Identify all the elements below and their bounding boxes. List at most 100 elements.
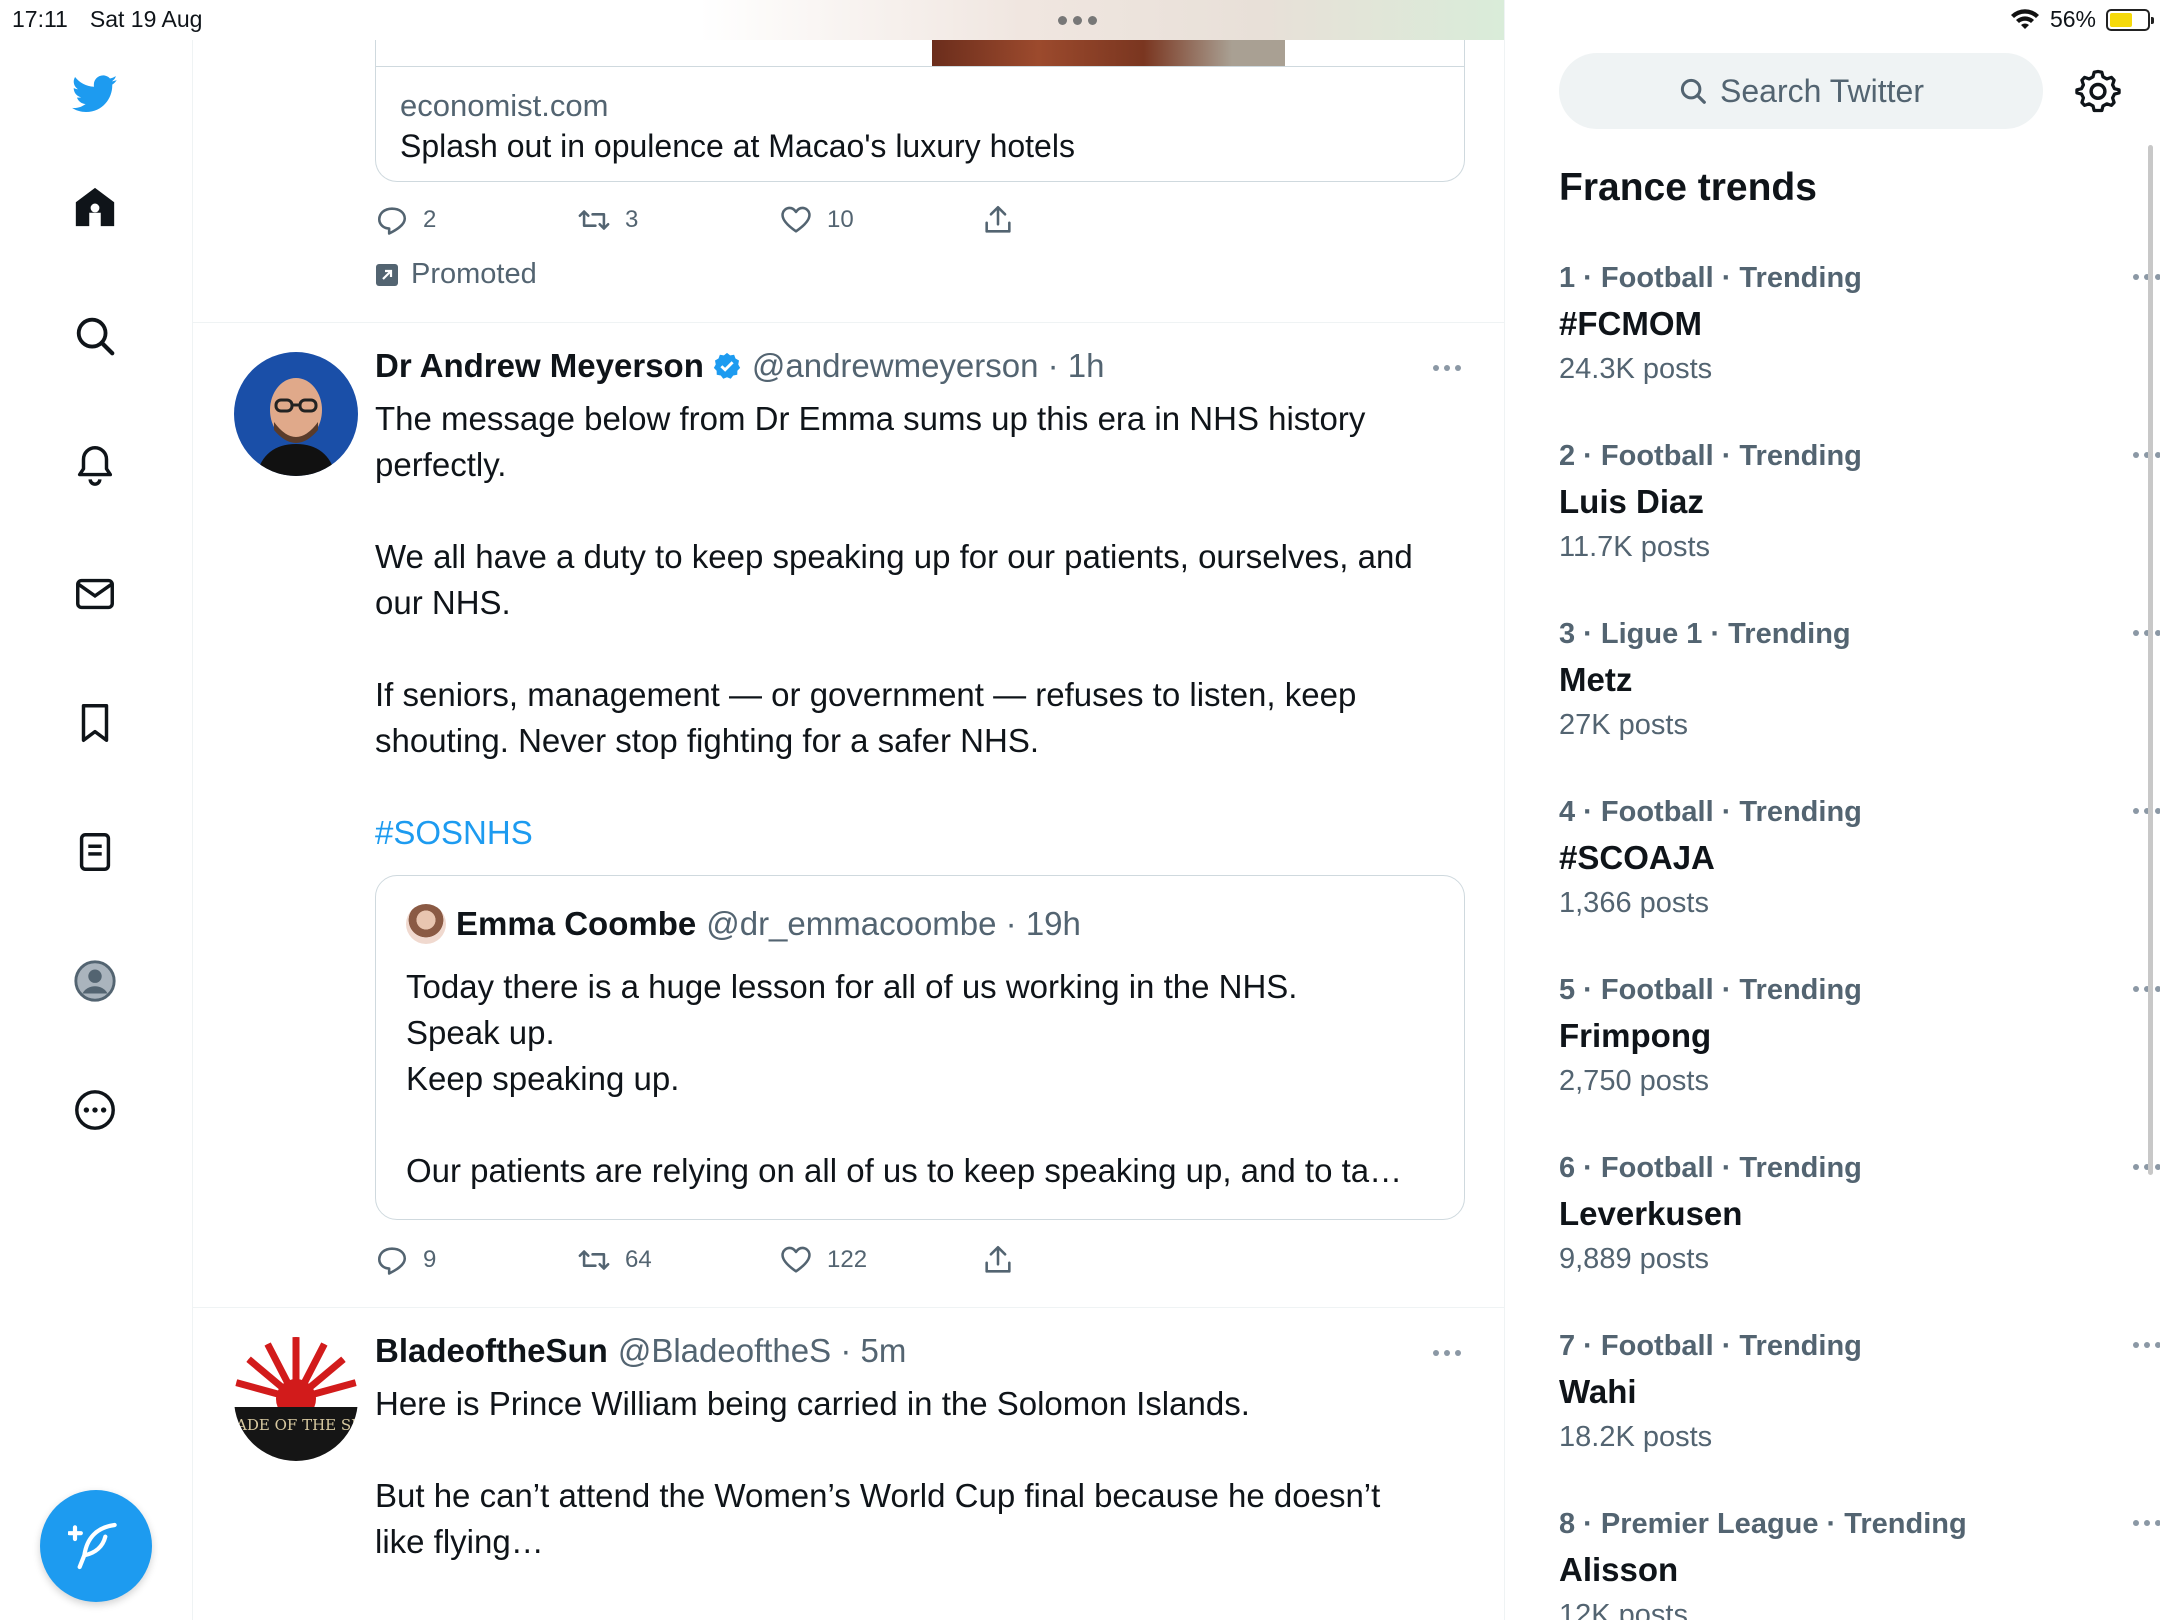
timeline: economist.com Splash out in opulence at … <box>193 0 1505 1620</box>
bell-icon[interactable] <box>67 437 123 493</box>
trend-meta: 6 · Football · Trending <box>1559 1152 1862 1184</box>
trend-more-button[interactable] <box>2133 1342 2160 1348</box>
trend-more-button[interactable] <box>2133 808 2160 814</box>
trend-count: 24.3K posts <box>1559 353 1713 385</box>
trend-meta: 1 · Football · Trending <box>1559 262 1862 294</box>
trend-item[interactable]: 5 · Football · Trending Frimpong 2,750 pos… <box>1559 974 2160 1098</box>
search-input[interactable]: Search Twitter <box>1559 53 2043 129</box>
promoted-text: Promoted <box>411 258 537 290</box>
tweet-actions: 9 64 122 <box>375 1243 1183 1277</box>
trend-meta: 3 · Ligue 1 · Trending <box>1559 618 1851 650</box>
retweet-count: 64 <box>625 1246 652 1273</box>
avatar-bladeofthesun[interactable]: BLADE OF THE SUN <box>234 1337 358 1461</box>
trend-meta: 5 · Football · Trending <box>1559 974 1862 1006</box>
tweet-text: Here is Prince William being carried in … <box>375 1385 1381 1560</box>
card-image <box>932 40 1285 66</box>
trend-name: #SCOAJA <box>1559 839 1715 876</box>
trend-meta: 4 · Football · Trending <box>1559 796 1862 828</box>
retweet-icon <box>578 210 610 230</box>
trend-more-button[interactable] <box>2133 1520 2160 1526</box>
scrollbar[interactable] <box>2148 145 2153 1175</box>
reply-button[interactable]: 2 <box>375 203 577 237</box>
trend-item[interactable]: 2 · Football · Trending Luis Diaz 11.7K po… <box>1559 440 2160 564</box>
status-date: Sat 19 Aug <box>89 6 203 32</box>
quote-author-name: Emma Coombe <box>456 905 697 942</box>
trend-more-button[interactable] <box>2133 986 2160 992</box>
trend-name: Alisson <box>1559 1551 1679 1588</box>
trend-meta: 7 · Football · Trending <box>1559 1330 1862 1362</box>
like-button[interactable]: 122 <box>779 1243 981 1277</box>
link-card[interactable]: economist.com Splash out in opulence at … <box>375 40 1465 182</box>
trend-meta: 2 · Football · Trending <box>1559 440 1862 472</box>
trend-count: 9,889 posts <box>1559 1243 1709 1275</box>
trend-count: 1,366 posts <box>1559 887 1709 919</box>
reply-icon <box>377 1247 407 1275</box>
trend-name: Luis Diaz <box>1559 483 1704 520</box>
reply-count: 2 <box>423 206 437 233</box>
retweet-button[interactable]: 64 <box>577 1243 779 1277</box>
lists-icon[interactable] <box>67 824 123 880</box>
search-icon <box>1680 78 1706 104</box>
share-button[interactable] <box>981 203 1183 237</box>
retweet-icon <box>578 1250 610 1270</box>
trends-title: France trends <box>1559 166 1817 209</box>
share-button[interactable] <box>981 1243 1183 1277</box>
trend-more-button[interactable] <box>2133 452 2160 458</box>
reply-icon <box>377 207 407 235</box>
card-headline: Splash out in opulence at Macao's luxury… <box>400 128 1075 164</box>
trend-more-button[interactable] <box>2133 1164 2160 1170</box>
twitter-logo[interactable] <box>67 66 123 122</box>
trend-count: 18.2K posts <box>1559 1421 1713 1453</box>
status-time: 17:11 <box>12 6 68 32</box>
card-domain: economist.com <box>400 88 609 123</box>
trend-name: Wahi <box>1559 1373 1637 1410</box>
author-name[interactable]: Dr Andrew Meyerson <box>375 347 704 385</box>
heart-icon <box>781 206 811 233</box>
tweet-more-button[interactable] <box>1433 365 1461 371</box>
trend-item[interactable]: 8 · Premier League · Trending Alisson 12K … <box>1559 1508 2160 1620</box>
author-handle: @andrewmeyerson · 1h <box>751 347 1105 384</box>
retweet-button[interactable]: 3 <box>577 203 779 237</box>
bookmark-icon[interactable] <box>67 695 123 751</box>
trend-name: #FCMOM <box>1559 305 1702 342</box>
trend-item[interactable]: 3 · Ligue 1 · Trending Metz 27K posts <box>1559 618 2160 742</box>
trend-item[interactable]: 6 · Football · Trending Leverkusen 9,889 p… <box>1559 1152 2160 1276</box>
like-button[interactable]: 10 <box>779 203 981 237</box>
tweet-text: The message below from Dr Emma sums up t… <box>375 400 1413 759</box>
author-name[interactable]: BladeoftheSun <box>375 1332 608 1370</box>
mail-icon[interactable] <box>67 566 123 622</box>
compose-icon <box>68 1522 117 1570</box>
avatar-emma[interactable] <box>406 904 446 944</box>
reply-button[interactable]: 9 <box>375 1243 577 1277</box>
tweet-more-button[interactable] <box>1433 1350 1461 1356</box>
trend-item[interactable]: 4 · Football · Trending #SCOAJA 1,366 post… <box>1559 796 2160 920</box>
divider <box>193 322 1504 323</box>
tweet-actions: 2 3 10 <box>375 203 1183 237</box>
verified-badge-icon <box>713 352 740 379</box>
retweet-count: 3 <box>625 206 639 233</box>
like-count: 10 <box>827 206 854 233</box>
divider <box>193 1307 1504 1308</box>
trend-more-button[interactable] <box>2133 630 2160 636</box>
reply-count: 9 <box>423 1246 437 1273</box>
home-icon[interactable] <box>67 179 123 235</box>
promoted-label: Promoted <box>375 258 537 291</box>
trend-item[interactable]: 1 · Football · Trending #FCMOM 24.3K posts <box>1559 262 2160 386</box>
author-handle: @BladeoftheS · 5m <box>617 1332 907 1369</box>
like-count: 122 <box>827 1246 868 1273</box>
trend-more-button[interactable] <box>2133 274 2160 280</box>
hashtag-link[interactable]: #SOSNHS <box>375 814 533 852</box>
compose-button[interactable] <box>40 1490 152 1602</box>
left-navigation <box>0 40 193 1620</box>
avatar-andrew[interactable] <box>234 352 358 476</box>
search-icon[interactable] <box>67 308 123 364</box>
profile-icon[interactable] <box>67 953 123 1009</box>
more-icon[interactable] <box>67 1082 123 1138</box>
trend-item[interactable]: 7 · Football · Trending Wahi 18.2K posts <box>1559 1330 2160 1454</box>
share-icon <box>985 1245 1011 1273</box>
share-icon <box>985 205 1011 233</box>
gear-icon[interactable] <box>2075 68 2121 114</box>
quote-author-handle: @dr_emmacoombe · 19h <box>706 905 1081 942</box>
quoted-tweet[interactable]: Emma Coombe @dr_emmacoombe · 19h Today t… <box>375 875 1465 1220</box>
trend-count: 2,750 posts <box>1559 1065 1709 1097</box>
